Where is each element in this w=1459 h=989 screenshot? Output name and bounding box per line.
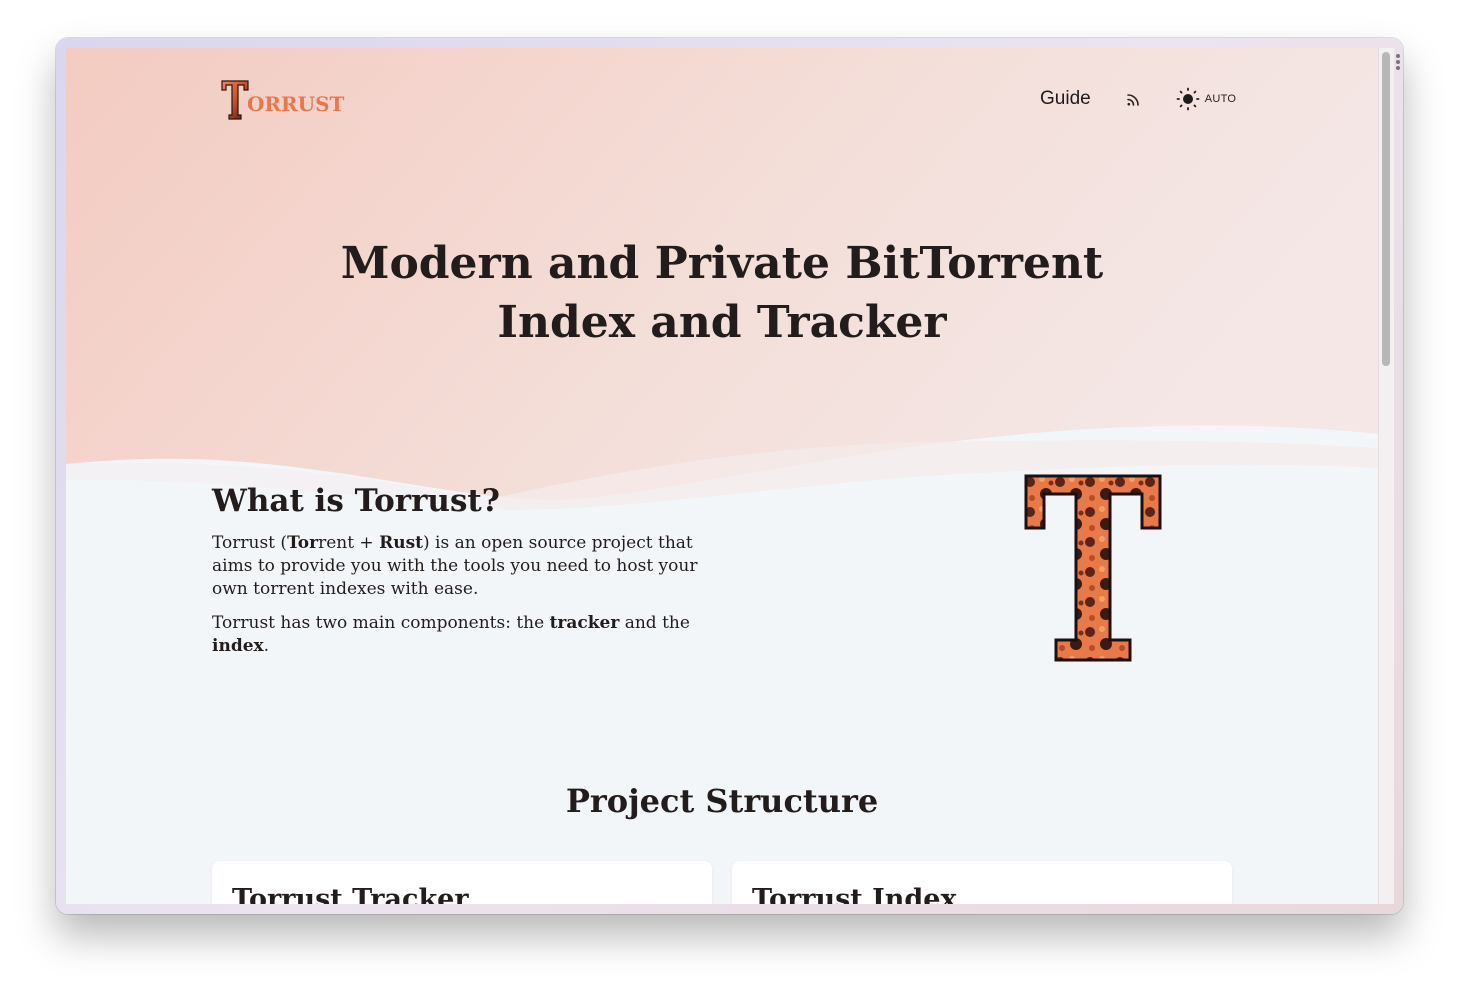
logo-text: ORRUST bbox=[247, 92, 345, 116]
hero-title-line2: Index and Tracker bbox=[497, 297, 947, 348]
hero-title: Modern and Private BitTorrent Index and … bbox=[66, 234, 1378, 352]
torrust-t-logo-icon bbox=[1024, 474, 1162, 662]
tracker-card[interactable]: Torrust Tracker bbox=[212, 861, 712, 904]
sun-icon bbox=[1176, 87, 1200, 111]
about-description: Torrust (Torrent + Rust) is an open sour… bbox=[212, 532, 698, 669]
index-card-title: Torrust Index bbox=[752, 884, 957, 904]
theme-toggle[interactable]: AUTO bbox=[1176, 87, 1237, 111]
about-heading: What is Torrust? bbox=[212, 483, 500, 519]
nav-guide-link[interactable]: Guide bbox=[1040, 88, 1091, 110]
page-viewport: ORRUST Guide AUTO Modern and Private Bit… bbox=[66, 48, 1378, 904]
window-menu-icon[interactable] bbox=[1395, 54, 1401, 72]
vertical-scrollbar[interactable] bbox=[1378, 48, 1394, 904]
rss-icon[interactable] bbox=[1124, 89, 1144, 109]
about-paragraph-2: Torrust has two main components: the tra… bbox=[212, 613, 690, 656]
index-card[interactable]: Torrust Index bbox=[732, 861, 1232, 904]
project-structure-heading: Project Structure bbox=[565, 782, 879, 820]
torrust-logo[interactable]: ORRUST bbox=[221, 80, 344, 120]
theme-label: AUTO bbox=[1204, 93, 1237, 105]
hero-title-line1: Modern and Private BitTorrent bbox=[340, 238, 1104, 289]
top-nav: Guide AUTO bbox=[1040, 86, 1236, 112]
scrollbar-thumb[interactable] bbox=[1382, 52, 1390, 366]
logo-t-icon bbox=[221, 80, 249, 120]
about-paragraph-1: Torrust (Torrent + Rust) is an open sour… bbox=[212, 533, 698, 599]
tracker-card-title: Torrust Tracker bbox=[232, 884, 469, 904]
browser-window: ORRUST Guide AUTO Modern and Private Bit… bbox=[56, 38, 1403, 914]
